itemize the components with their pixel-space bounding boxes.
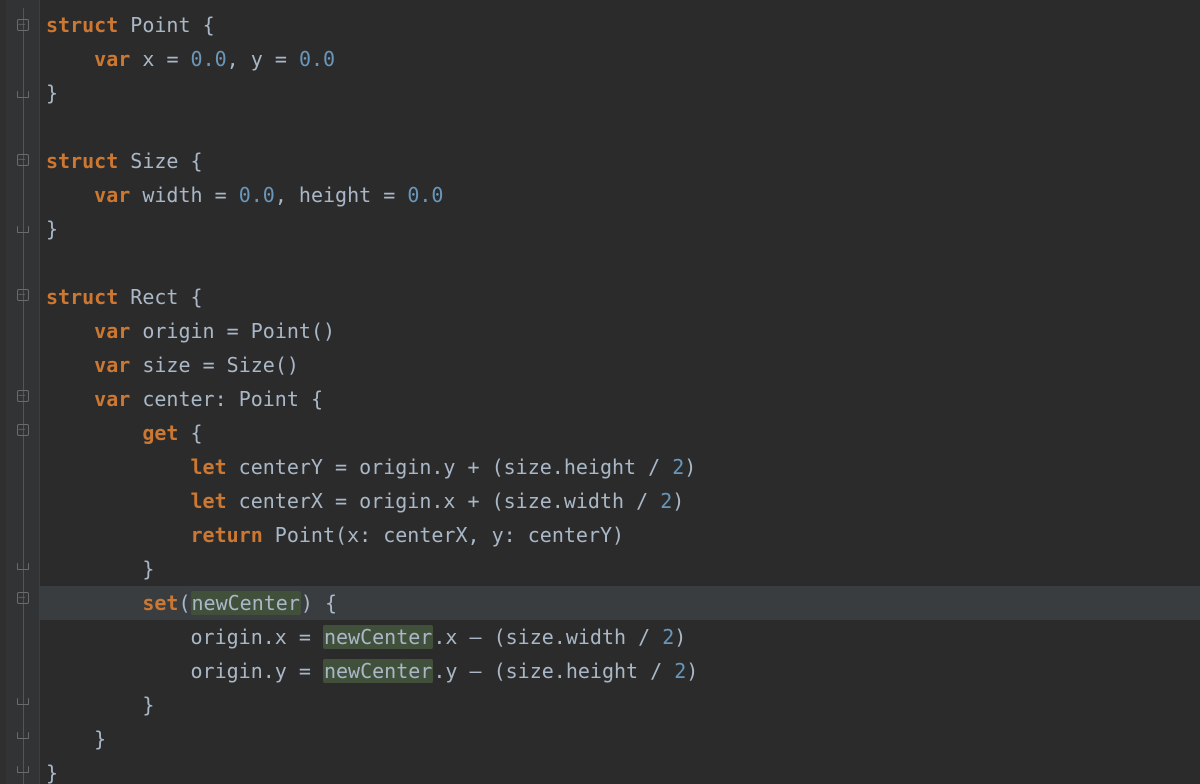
code-editor: struct Point { var x = 0.0, y = 0.0 } st… — [0, 0, 1200, 784]
code-line[interactable]: var width = 0.0, height = 0.0 — [40, 178, 1200, 212]
fold-toggle-icon[interactable] — [17, 390, 29, 402]
code-line[interactable]: } — [40, 76, 1200, 110]
code-line[interactable]: var center: Point { — [40, 382, 1200, 416]
code-area[interactable]: struct Point { var x = 0.0, y = 0.0 } st… — [40, 0, 1200, 784]
code-line[interactable]: return Point(x: centerX, y: centerY) — [40, 518, 1200, 552]
fold-gutter[interactable] — [6, 0, 40, 784]
fold-end-icon — [17, 563, 29, 570]
code-line[interactable] — [40, 110, 1200, 144]
fold-end-icon — [17, 732, 29, 739]
code-line[interactable]: } — [40, 756, 1200, 784]
code-line[interactable]: } — [40, 722, 1200, 756]
fold-end-icon — [17, 226, 29, 233]
code-line[interactable]: origin.y = newCenter.y – (size.height / … — [40, 654, 1200, 688]
code-line[interactable]: struct Point { — [40, 8, 1200, 42]
code-line[interactable]: var x = 0.0, y = 0.0 — [40, 42, 1200, 76]
fold-toggle-icon[interactable] — [17, 19, 29, 31]
type-name: Point — [130, 13, 190, 37]
code-line[interactable]: var origin = Point() — [40, 314, 1200, 348]
identifier-highlight: newCenter — [191, 591, 301, 615]
identifier-highlight: newCenter — [323, 625, 433, 649]
fold-toggle-icon[interactable] — [17, 592, 29, 604]
code-line[interactable]: struct Rect { — [40, 280, 1200, 314]
code-line[interactable]: struct Size { — [40, 144, 1200, 178]
keyword: struct — [46, 13, 118, 37]
fold-end-icon — [17, 766, 29, 773]
code-line[interactable] — [40, 246, 1200, 280]
code-line[interactable]: var size = Size() — [40, 348, 1200, 382]
fold-toggle-icon[interactable] — [17, 154, 29, 166]
code-line[interactable]: } — [40, 552, 1200, 586]
fold-end-icon — [17, 698, 29, 705]
code-line-current[interactable]: set(newCenter) { — [40, 586, 1200, 620]
fold-end-icon — [17, 91, 29, 98]
code-line[interactable]: origin.x = newCenter.x – (size.width / 2… — [40, 620, 1200, 654]
code-line[interactable]: let centerX = origin.x + (size.width / 2… — [40, 484, 1200, 518]
code-line[interactable]: let centerY = origin.y + (size.height / … — [40, 450, 1200, 484]
code-line[interactable]: } — [40, 688, 1200, 722]
fold-toggle-icon[interactable] — [17, 289, 29, 301]
code-line[interactable]: } — [40, 212, 1200, 246]
code-line[interactable]: get { — [40, 416, 1200, 450]
identifier-highlight: newCenter — [323, 659, 433, 683]
fold-toggle-icon[interactable] — [17, 424, 29, 436]
